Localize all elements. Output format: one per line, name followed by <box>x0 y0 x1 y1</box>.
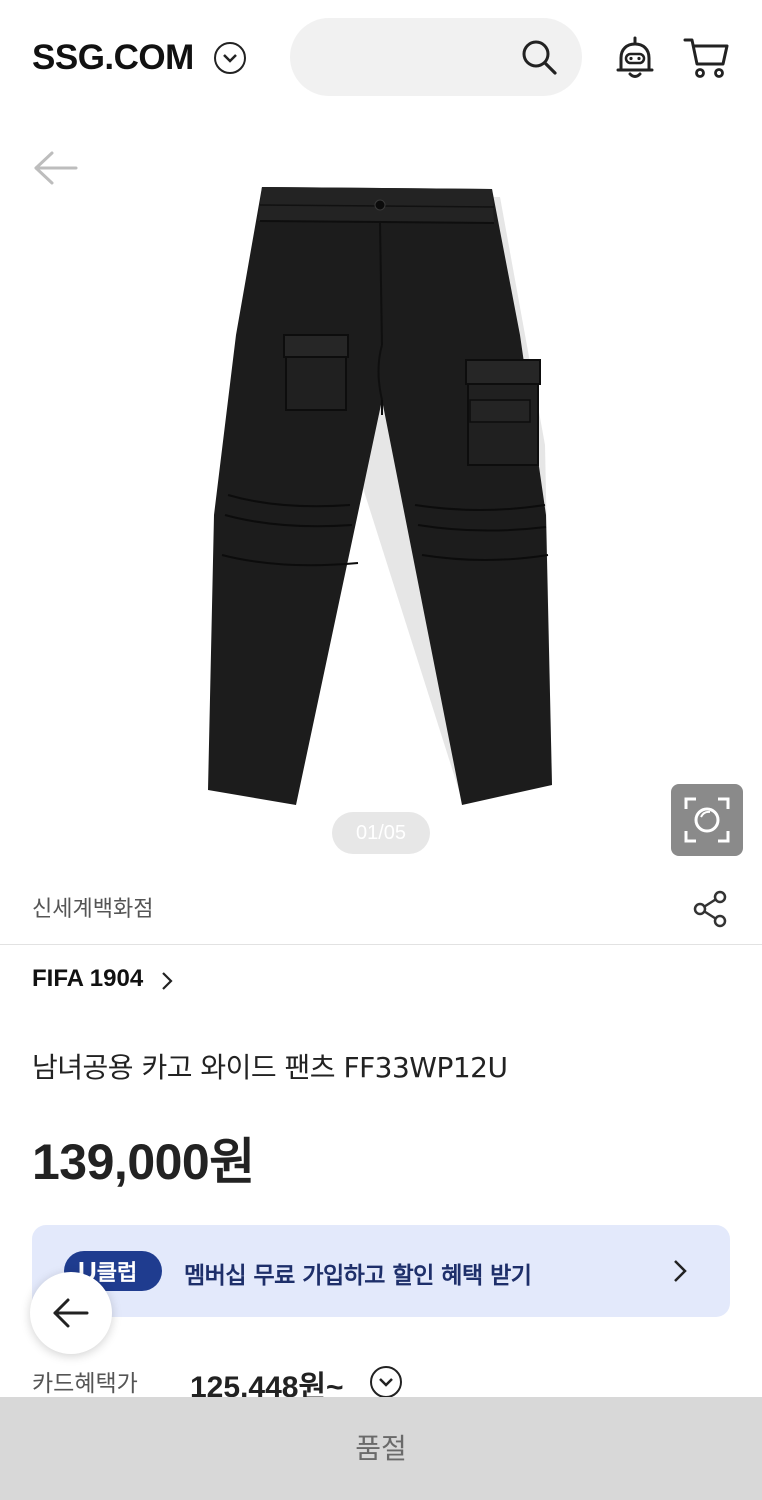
share-icon[interactable] <box>690 889 730 929</box>
top-header: SSG.COM <box>0 0 762 115</box>
chevron-right-icon <box>674 1260 687 1282</box>
card-benefit-label: 카드혜택가 <box>32 1371 138 1397</box>
product-gallery[interactable]: 01/05 <box>0 115 762 875</box>
uclub-badge-text: 클럽 <box>96 1261 138 1286</box>
brand-link[interactable]: FIFA 1904 <box>32 965 143 993</box>
floating-back-button[interactable] <box>30 1272 112 1354</box>
card-benefit-toggle[interactable] <box>370 1366 402 1398</box>
search-icon[interactable] <box>520 38 558 76</box>
membership-text: 멤버십 무료 가입하고 할인 혜택 받기 <box>184 1263 532 1289</box>
back-arrow-icon[interactable] <box>32 148 80 188</box>
membership-banner[interactable]: U클럽 멤버십 무료 가입하고 할인 혜택 받기 <box>32 1225 730 1317</box>
product-title: 남녀공용 카고 와이드 팬츠 FF33WP12U <box>32 1051 508 1084</box>
chevron-right-icon[interactable] <box>158 970 176 992</box>
seller-row: 신세계백화점 <box>0 875 762 945</box>
product-price: 139,000원 <box>32 1134 255 1190</box>
gallery-counter: 01/05 <box>332 812 430 854</box>
camera-lens-icon <box>684 797 730 843</box>
ssg-logo[interactable]: SSG.COM <box>32 38 194 78</box>
notification-bell-icon[interactable] <box>615 36 655 80</box>
image-search-button[interactable] <box>671 784 743 856</box>
seller-name[interactable]: 신세계백화점 <box>32 891 153 923</box>
arrow-left-icon <box>53 1298 89 1328</box>
sold-out-button[interactable]: 품절 <box>0 1397 762 1500</box>
mall-switch-chevron-icon[interactable] <box>214 42 246 74</box>
product-image-cargo-pants[interactable] <box>200 185 560 810</box>
chevron-down-icon <box>379 1378 393 1387</box>
search-input[interactable] <box>290 18 582 96</box>
cart-icon[interactable] <box>683 36 729 80</box>
